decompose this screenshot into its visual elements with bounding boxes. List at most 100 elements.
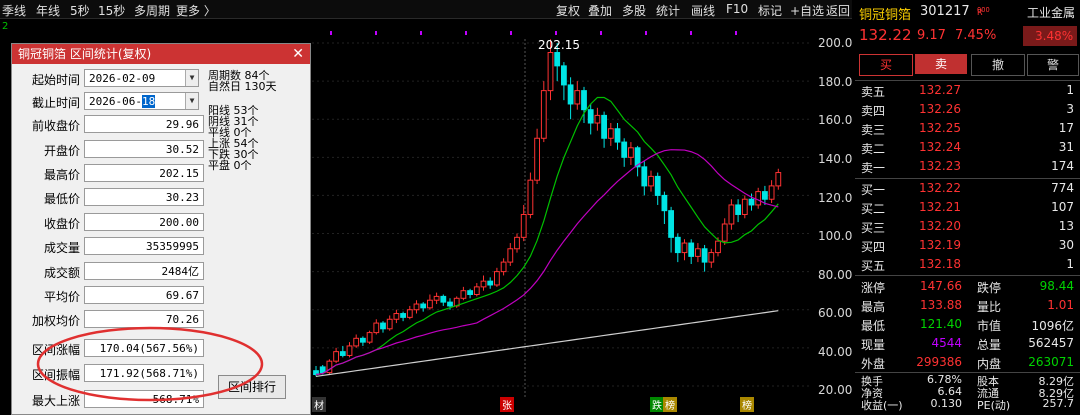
- candle-down: [440, 295, 447, 303]
- bottom-marker[interactable]: 跌: [650, 397, 664, 412]
- stat-value: 568.71%: [84, 390, 204, 408]
- candle-down: [380, 322, 386, 330]
- dialog-title-bar[interactable]: 铜冠铜箔 区间统计(复权) ✕: [12, 44, 310, 64]
- period-quarter[interactable]: 季线: [2, 2, 26, 19]
- stat-label: 加权均价: [31, 314, 80, 328]
- candle-down: [581, 90, 587, 111]
- stat-label: 收益(一): [861, 399, 903, 412]
- signal-tick: [645, 31, 647, 35]
- bottom-marker[interactable]: 材: [312, 397, 326, 412]
- stat-label: 区间涨幅: [31, 343, 80, 357]
- draw-button[interactable]: 画线: [691, 2, 715, 19]
- signal-tick: [600, 31, 602, 35]
- bid-vol: 1: [1066, 257, 1074, 271]
- cancel-order-button[interactable]: 撤: [971, 54, 1025, 76]
- end-date-picker[interactable]: 2026-06-18 ▼: [84, 92, 199, 110]
- candle-down: [587, 109, 594, 124]
- ask-row[interactable]: 卖二 132.24 31: [855, 138, 1080, 158]
- bid-row[interactable]: 买三 132.20 13: [855, 217, 1080, 237]
- stat-value: 29.96: [84, 115, 204, 133]
- candle-up: [494, 271, 500, 286]
- stat-value: 30.52: [84, 140, 204, 158]
- ask-label: 卖四: [861, 104, 886, 118]
- bid-label: 买一: [861, 183, 886, 197]
- ask-label: 卖三: [861, 123, 886, 137]
- stock-code: 301217: [920, 4, 970, 19]
- industry-name[interactable]: 工业金属: [1027, 4, 1075, 21]
- bid-vol: 13: [1058, 219, 1074, 233]
- mark-button[interactable]: 标记: [758, 2, 782, 19]
- f10-button[interactable]: F10: [726, 2, 748, 16]
- price-change: 9.17: [917, 28, 946, 43]
- buy-button[interactable]: 买: [859, 54, 913, 76]
- ask-row[interactable]: 卖四 132.26 3: [855, 100, 1080, 120]
- end-date-selected: 18: [141, 95, 156, 108]
- bid-price: 132.22: [919, 181, 961, 195]
- stat-label: PE(动): [977, 399, 1011, 412]
- bid-row[interactable]: 买五 132.18 1: [855, 255, 1080, 275]
- stat-label: 量比: [977, 300, 1002, 314]
- candle-down: [487, 280, 494, 286]
- stat-label: 市值: [977, 319, 1002, 333]
- add-watchlist-button[interactable]: +自选: [790, 2, 824, 19]
- bid-label: 买四: [861, 240, 886, 254]
- stat-value: 147.66: [920, 279, 962, 293]
- candle-up: [768, 185, 775, 200]
- y-tick: 60.00: [818, 306, 853, 320]
- ask-row[interactable]: 卖三 132.25 17: [855, 119, 1080, 139]
- chevron-down-icon[interactable]: ▼: [185, 93, 198, 109]
- period-15s[interactable]: 15秒: [98, 2, 125, 19]
- range-rank-button[interactable]: 区间排行: [218, 375, 286, 399]
- stat-value: 30.23: [84, 188, 204, 206]
- candle-down: [701, 248, 708, 263]
- quote-panel: 铜冠铜箔 301217 R 000 工业金属 132.22 9.17 7.45% …: [855, 0, 1080, 412]
- y-tick: 80.00: [818, 268, 853, 282]
- ask-price: 132.24: [919, 140, 961, 154]
- back-button[interactable]: 返回: [826, 2, 850, 19]
- end-date-prefix: 2026-06-: [89, 95, 142, 108]
- period-year[interactable]: 年线: [36, 2, 60, 19]
- candle-up: [353, 337, 360, 347]
- candle-up: [500, 261, 507, 273]
- candle-down: [339, 351, 346, 356]
- y-tick: 140.0: [818, 152, 853, 166]
- y-tick: 200.0: [818, 36, 853, 50]
- chevron-down-icon[interactable]: ▼: [185, 70, 198, 86]
- candle-up: [728, 204, 735, 225]
- candle-up: [775, 172, 782, 187]
- stat-label: 最高价: [43, 168, 80, 182]
- multi-stock-button[interactable]: 多股: [622, 2, 646, 19]
- chart-toolbar: 季线 年线 5秒 15秒 多周期 更多 〉 复权 叠加 多股 统计 画线 F10…: [0, 0, 852, 19]
- overlay-button[interactable]: 叠加: [588, 2, 612, 19]
- candle-up: [473, 286, 480, 295]
- candle-up: [507, 248, 514, 263]
- bottom-marker[interactable]: 榜: [740, 397, 754, 412]
- sell-button[interactable]: 卖: [915, 54, 967, 74]
- stat-value: 133.88: [920, 298, 962, 312]
- stat-label: 成交额: [43, 266, 80, 280]
- stat-value: 200.00: [84, 213, 204, 231]
- stat-row: 最高 133.88 量比 1.01: [855, 296, 1080, 316]
- ask-row[interactable]: 卖一 132.23 174: [855, 157, 1080, 177]
- bid-vol: 774: [1051, 181, 1074, 195]
- bottom-marker[interactable]: 榜: [663, 397, 677, 412]
- candle-up: [574, 90, 581, 105]
- bottom-marker[interactable]: 张: [500, 397, 514, 412]
- start-date-picker[interactable]: 2026-02-09 ▼: [84, 69, 199, 87]
- bid-row[interactable]: 买四 132.19 30: [855, 236, 1080, 256]
- candle-up: [648, 175, 654, 187]
- close-icon[interactable]: ✕: [292, 44, 304, 64]
- period-5s[interactable]: 5秒: [70, 2, 90, 19]
- stats-button[interactable]: 统计: [656, 2, 680, 19]
- alert-button[interactable]: 警: [1027, 54, 1079, 76]
- candle-down: [447, 301, 453, 307]
- candle-down: [601, 114, 608, 139]
- adjust-button[interactable]: 复权: [556, 2, 580, 19]
- more-menu[interactable]: 更多 〉: [176, 2, 216, 19]
- candle-up: [333, 351, 340, 362]
- bid-row[interactable]: 买二 132.21 107: [855, 198, 1080, 218]
- multi-period[interactable]: 多周期: [134, 2, 170, 19]
- stat-value: 69.67: [84, 286, 204, 304]
- bid-row[interactable]: 买一 132.22 774: [855, 179, 1080, 199]
- ask-row[interactable]: 卖五 132.27 1: [855, 81, 1080, 101]
